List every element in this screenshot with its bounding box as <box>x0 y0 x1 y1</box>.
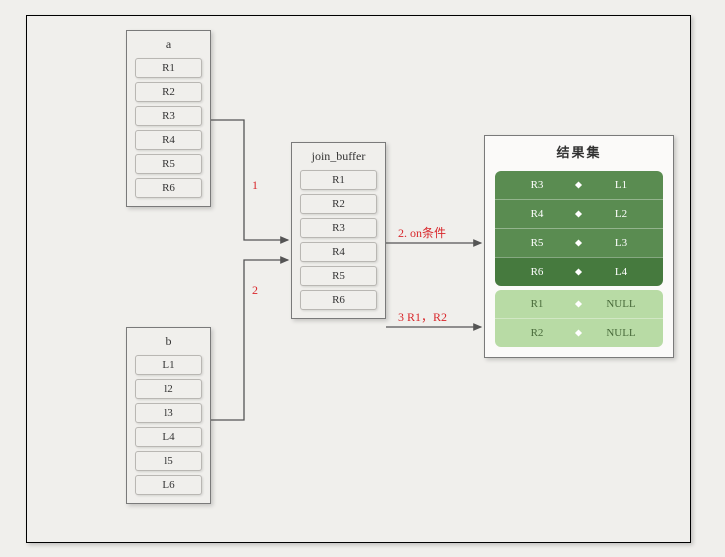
table-row: l2 <box>135 379 202 399</box>
table-row: R3 <box>300 218 377 238</box>
result-cell: R3 <box>495 171 579 199</box>
result-cell: R6 <box>495 257 579 286</box>
table-row: L6 <box>135 475 202 495</box>
table-row: l3 <box>135 403 202 423</box>
table-row: L4 <box>135 427 202 447</box>
result-set-title: 结果集 <box>495 142 663 161</box>
result-row: R5 L3 <box>495 228 663 257</box>
table-b-title: b <box>127 328 210 353</box>
result-row: R4 L2 <box>495 199 663 228</box>
table-row: R3 <box>135 106 202 126</box>
label-step2: 2 <box>252 283 258 298</box>
join-buffer-title: join_buffer <box>292 143 385 168</box>
result-row: R1 NULL <box>495 290 663 318</box>
table-row: R2 <box>135 82 202 102</box>
label-null-fill: 3 R1，R2 <box>398 308 447 325</box>
table-row: R5 <box>135 154 202 174</box>
result-row: R2 NULL <box>495 318 663 347</box>
result-cell: L3 <box>579 228 663 257</box>
result-matched-grid: R3 L1 R4 L2 R5 L3 R6 L4 <box>495 171 663 286</box>
table-row: R1 <box>300 170 377 190</box>
table-a-rows: R1 R2 R3 R4 R5 R6 <box>127 56 210 206</box>
table-a-title: a <box>127 31 210 56</box>
result-cell: NULL <box>579 290 663 318</box>
join-buffer-rows: R1 R2 R3 R4 R5 R6 <box>292 168 385 318</box>
result-cell: L4 <box>579 257 663 286</box>
result-row: R3 L1 <box>495 171 663 199</box>
result-cell: R1 <box>495 290 579 318</box>
label-on-condition: 2. on条件 <box>398 224 446 241</box>
table-b-rows: L1 l2 l3 L4 l5 L6 <box>127 353 210 503</box>
join-buffer-box: join_buffer R1 R2 R3 R4 R5 R6 <box>291 142 386 319</box>
table-row: R2 <box>300 194 377 214</box>
table-b-box: b L1 l2 l3 L4 l5 L6 <box>126 327 211 504</box>
diagram-canvas: a R1 R2 R3 R4 R5 R6 b L1 l2 l3 L4 l5 L6 … <box>0 0 725 557</box>
table-row: L1 <box>135 355 202 375</box>
result-cell: L2 <box>579 199 663 228</box>
result-cell: NULL <box>579 318 663 347</box>
result-cell: R2 <box>495 318 579 347</box>
result-cell: L1 <box>579 171 663 199</box>
result-unmatched-grid: R1 NULL R2 NULL <box>495 290 663 347</box>
table-row: R4 <box>135 130 202 150</box>
table-row: R6 <box>300 290 377 310</box>
result-set-box: 结果集 R3 L1 R4 L2 R5 L3 R6 L4 R1 NULL <box>484 135 674 358</box>
result-cell: R4 <box>495 199 579 228</box>
table-row: R6 <box>135 178 202 198</box>
table-a-box: a R1 R2 R3 R4 R5 R6 <box>126 30 211 207</box>
label-step1: 1 <box>252 178 258 193</box>
table-row: R4 <box>300 242 377 262</box>
table-row: R5 <box>300 266 377 286</box>
result-cell: R5 <box>495 228 579 257</box>
table-row: l5 <box>135 451 202 471</box>
table-row: R1 <box>135 58 202 78</box>
result-row: R6 L4 <box>495 257 663 286</box>
